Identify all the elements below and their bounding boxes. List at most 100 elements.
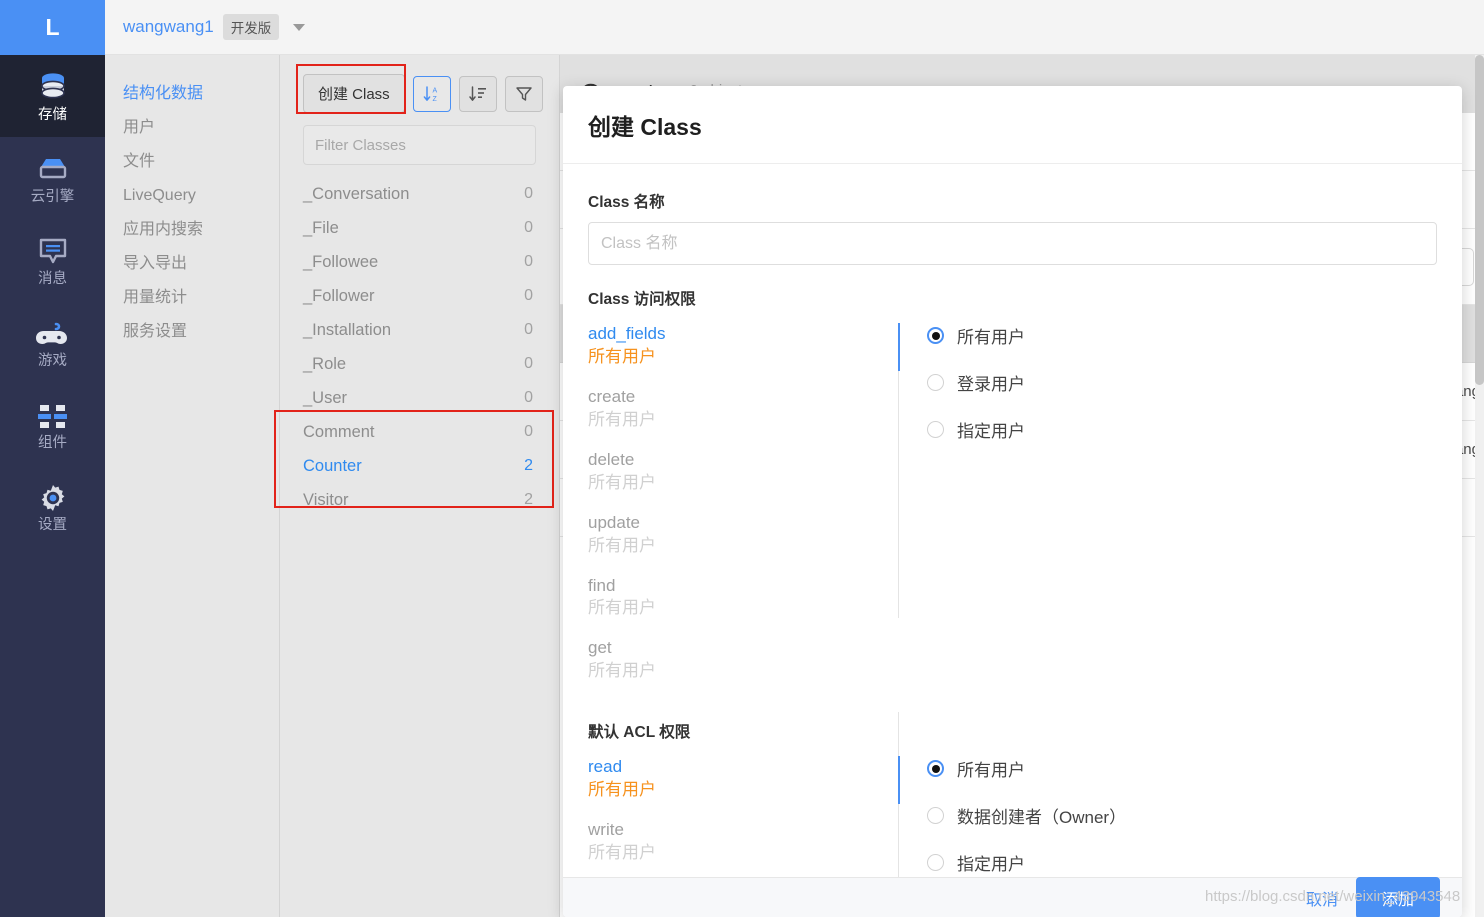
create-class-button[interactable]: 创建 Class [303, 74, 405, 113]
permission-value: 所有用户 [588, 780, 656, 800]
message-icon [37, 233, 69, 267]
permission-value: 所有用户 [588, 661, 656, 681]
class-count: 0 [524, 355, 533, 372]
dialog-header: 创建 Class [563, 86, 1462, 164]
permission-key: write [588, 820, 624, 840]
permission-key: find [588, 575, 616, 595]
class-list-item[interactable]: _Role 0 [280, 347, 559, 381]
class-list-item[interactable]: _Follower 0 [280, 279, 559, 313]
database-icon [36, 69, 70, 103]
app-logo[interactable]: L [0, 0, 105, 55]
scrollbar-thumb[interactable] [1475, 55, 1484, 385]
acl-radio-option-specified-users[interactable]: 指定用户 [927, 850, 1126, 875]
permission-key: add_fields [588, 324, 666, 343]
class-name: _Conversation [303, 185, 410, 203]
permission-item-delete[interactable]: delete 所有用户 [588, 449, 898, 495]
sidebar-item-components[interactable]: 组件 [0, 383, 105, 465]
class-name: _User [303, 389, 348, 407]
svg-text:A: A [432, 87, 437, 94]
sidebar-item-messages[interactable]: 消息 [0, 219, 105, 301]
class-count: 0 [524, 389, 533, 406]
class-count: 0 [524, 423, 533, 440]
svg-text:Z: Z [432, 96, 437, 103]
subnav-item-structured-data[interactable]: 结构化数据 [105, 77, 279, 111]
dialog-title: 创建 Class [588, 113, 702, 140]
cancel-button[interactable]: 取消 [1306, 886, 1338, 910]
permission-value: 所有用户 [588, 598, 656, 618]
sidebar-item-storage[interactable]: 存储 [0, 55, 105, 137]
subnav-item-livequery[interactable]: LiveQuery [105, 179, 279, 213]
class-permissions-grid: add_fields 所有用户 create 所有用户 delete 所有用户 … [588, 323, 1437, 700]
permission-value: 所有用户 [588, 472, 656, 492]
chevron-down-icon[interactable] [293, 23, 306, 31]
permission-item-create[interactable]: create 所有用户 [588, 386, 898, 432]
class-count: 0 [524, 321, 533, 338]
permission-item-get[interactable]: get 所有用户 [588, 637, 898, 683]
sidebar-item-label: 消息 [38, 271, 67, 288]
secondary-sidebar: 结构化数据 用户 文件 LiveQuery 应用内搜索 导入导出 用量统计 服务… [105, 55, 280, 917]
class-count: 2 [524, 457, 533, 474]
radio-option-all-users[interactable]: 所有用户 [927, 323, 1025, 348]
permission-item-find[interactable]: find 所有用户 [588, 575, 898, 621]
class-list-item[interactable]: Visitor 2 [280, 483, 559, 517]
subnav-item-app-search[interactable]: 应用内搜索 [105, 213, 279, 247]
radio-icon [927, 760, 944, 778]
radio-option-logged-in-users[interactable]: 登录用户 [927, 370, 1025, 395]
class-list-item[interactable]: Comment 0 [280, 415, 559, 449]
app-name-link[interactable]: wangwang1 [123, 17, 214, 37]
class-name: Comment [303, 423, 375, 441]
sidebar-item-label: 存储 [38, 107, 67, 124]
permission-key: create [588, 386, 636, 406]
class-count: 0 [524, 185, 533, 202]
class-list-item[interactable]: _Followee 0 [280, 245, 559, 279]
subnav-item-files[interactable]: 文件 [105, 145, 279, 179]
class-name: _Followee [303, 253, 379, 271]
sidebar-item-cloud-engine[interactable]: 云引擎 [0, 137, 105, 219]
subnav-item-service-settings[interactable]: 服务设置 [105, 315, 279, 349]
class-count: 0 [524, 219, 533, 236]
permission-value: 所有用户 [588, 535, 656, 555]
class-count: 0 [524, 287, 533, 304]
acl-radio-option-owner[interactable]: 数据创建者（Owner） [927, 803, 1126, 828]
permission-key: update [588, 512, 640, 532]
subnav-item-usage-stats[interactable]: 用量统计 [105, 281, 279, 315]
class-list-item-counter[interactable]: Counter 2 [280, 449, 559, 483]
radio-label: 指定用户 [957, 422, 1025, 441]
radio-option-specified-users[interactable]: 指定用户 [927, 417, 1025, 442]
class-list: _Conversation 0 _File 0 _Followee 0 _Fol… [280, 177, 559, 517]
class-name: Visitor [303, 491, 349, 509]
sort-alpha-icon[interactable]: A Z [412, 75, 451, 112]
permission-item-add-fields[interactable]: add_fields 所有用户 [588, 323, 898, 369]
class-count: 2 [524, 491, 533, 508]
gamepad-icon [35, 315, 71, 349]
gear-icon [38, 479, 68, 513]
sort-list-icon[interactable] [458, 75, 497, 112]
class-list-item[interactable]: _Conversation 0 [280, 177, 559, 211]
radio-label: 所有用户 [957, 328, 1025, 347]
permission-value: 所有用户 [588, 409, 656, 429]
subnav-item-users[interactable]: 用户 [105, 111, 279, 145]
acl-heading: 默认 ACL 权限 [588, 724, 691, 742]
sidebar-item-label: 云引擎 [30, 189, 75, 206]
subnav-item-import-export[interactable]: 导入导出 [105, 247, 279, 281]
vertical-scrollbar[interactable] [1475, 55, 1484, 917]
class-list-item[interactable]: _Installation 0 [280, 313, 559, 347]
permission-item-update[interactable]: update 所有用户 [588, 512, 898, 558]
acl-item-read[interactable]: read 所有用户 [588, 756, 898, 802]
class-list-item[interactable]: _User 0 [280, 381, 559, 415]
class-permission-options: 所有用户 登录用户 指定用户 [899, 323, 1025, 700]
sidebar-item-settings[interactable]: 设置 [0, 465, 105, 547]
class-name-input[interactable] [588, 222, 1437, 265]
radio-label: 指定用户 [957, 855, 1025, 875]
sidebar-item-games[interactable]: 游戏 [0, 301, 105, 383]
acl-item-write[interactable]: write 所有用户 [588, 819, 898, 865]
acl-radio-option-all-users[interactable]: 所有用户 [927, 756, 1126, 781]
add-button[interactable]: 添加 [1355, 876, 1440, 917]
primary-sidebar: L 存储 云引擎 消息 游戏 组件 设置 [0, 0, 105, 917]
components-icon [37, 397, 69, 431]
funnel-icon[interactable] [504, 75, 543, 112]
permission-key: get [588, 638, 612, 658]
class-list-item[interactable]: _File 0 [280, 211, 559, 245]
class-name: Counter [303, 457, 362, 475]
filter-classes-input[interactable] [303, 125, 536, 165]
